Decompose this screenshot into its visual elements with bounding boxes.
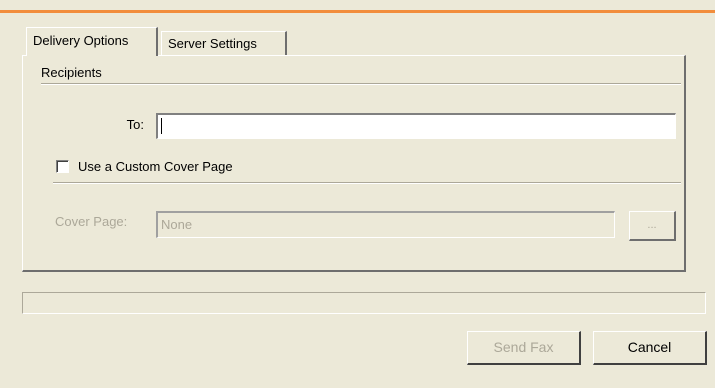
custom-cover-checkbox[interactable] <box>56 160 69 173</box>
window-top-border <box>0 0 715 14</box>
browse-button[interactable]: ... <box>629 211 676 241</box>
send-fax-button[interactable]: Send Fax <box>467 331 581 365</box>
to-label: To: <box>126 117 144 132</box>
cover-page-field: None <box>156 211 615 238</box>
to-input[interactable] <box>156 113 676 139</box>
cover-divider <box>53 182 681 184</box>
text-caret <box>161 118 162 134</box>
tab-server-settings[interactable]: Server Settings <box>161 31 287 55</box>
status-bar <box>22 292 706 314</box>
cover-page-label: Cover Page: <box>55 214 128 229</box>
recipients-divider <box>41 83 681 85</box>
cancel-button[interactable]: Cancel <box>593 331 707 365</box>
delivery-options-panel: Recipients To: Use a Custom Cover Page C… <box>22 55 686 272</box>
custom-cover-label[interactable]: Use a Custom Cover Page <box>78 159 233 174</box>
accent-stripe <box>0 10 715 13</box>
tab-delivery-options[interactable]: Delivery Options <box>26 27 158 56</box>
recipients-heading: Recipients <box>41 65 102 80</box>
